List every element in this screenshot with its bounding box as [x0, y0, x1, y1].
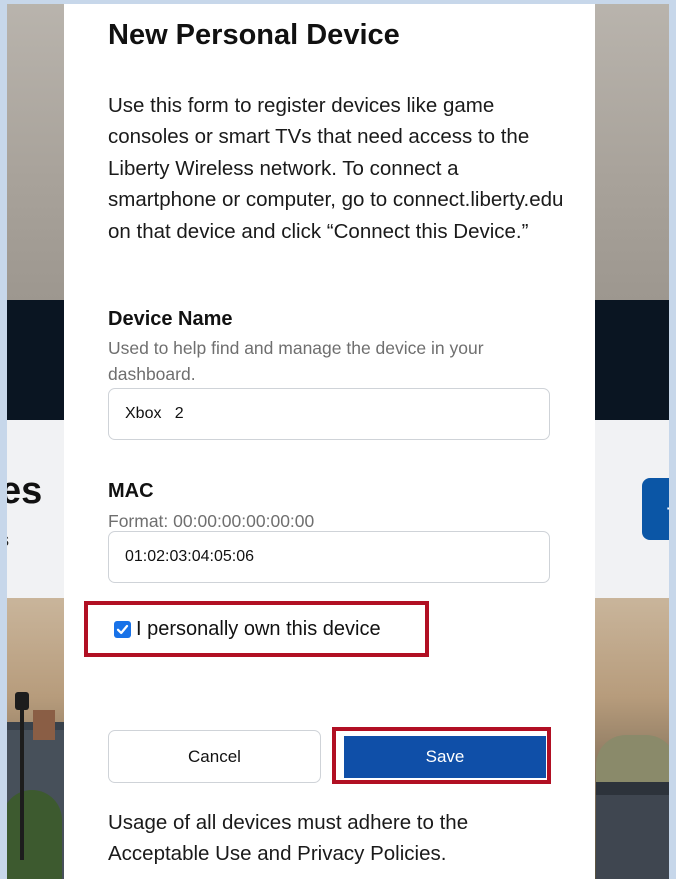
save-button[interactable]: Save — [344, 736, 546, 778]
window-frame — [0, 0, 7, 879]
ownership-checkbox-row[interactable]: I personally own this device — [114, 618, 381, 641]
modal-title: New Personal Device — [108, 19, 400, 51]
background-building — [596, 795, 676, 879]
background-lamp-post — [20, 700, 24, 860]
mac-label: MAC — [108, 480, 154, 502]
ownership-label[interactable]: I personally own this device — [136, 618, 381, 641]
device-name-input[interactable]: Xbox 2 — [108, 388, 550, 440]
usage-policy-text: Usage of all devices must adhere to the … — [108, 811, 469, 866]
mac-input[interactable]: 01:02:03:04:05:06 — [108, 531, 550, 583]
check-icon — [116, 624, 129, 635]
window-frame — [669, 0, 676, 879]
device-name-help: Used to help find and manage the device … — [108, 338, 484, 384]
background-tower — [33, 710, 55, 740]
new-device-modal: New Personal Device Use this form to reg… — [64, 4, 595, 879]
cancel-button[interactable]: Cancel — [108, 730, 321, 783]
modal-description: Use this form to register devices like g… — [108, 94, 564, 243]
background-tree — [2, 790, 62, 879]
device-name-label: Device Name — [108, 308, 233, 330]
ownership-checkbox[interactable] — [114, 621, 131, 638]
